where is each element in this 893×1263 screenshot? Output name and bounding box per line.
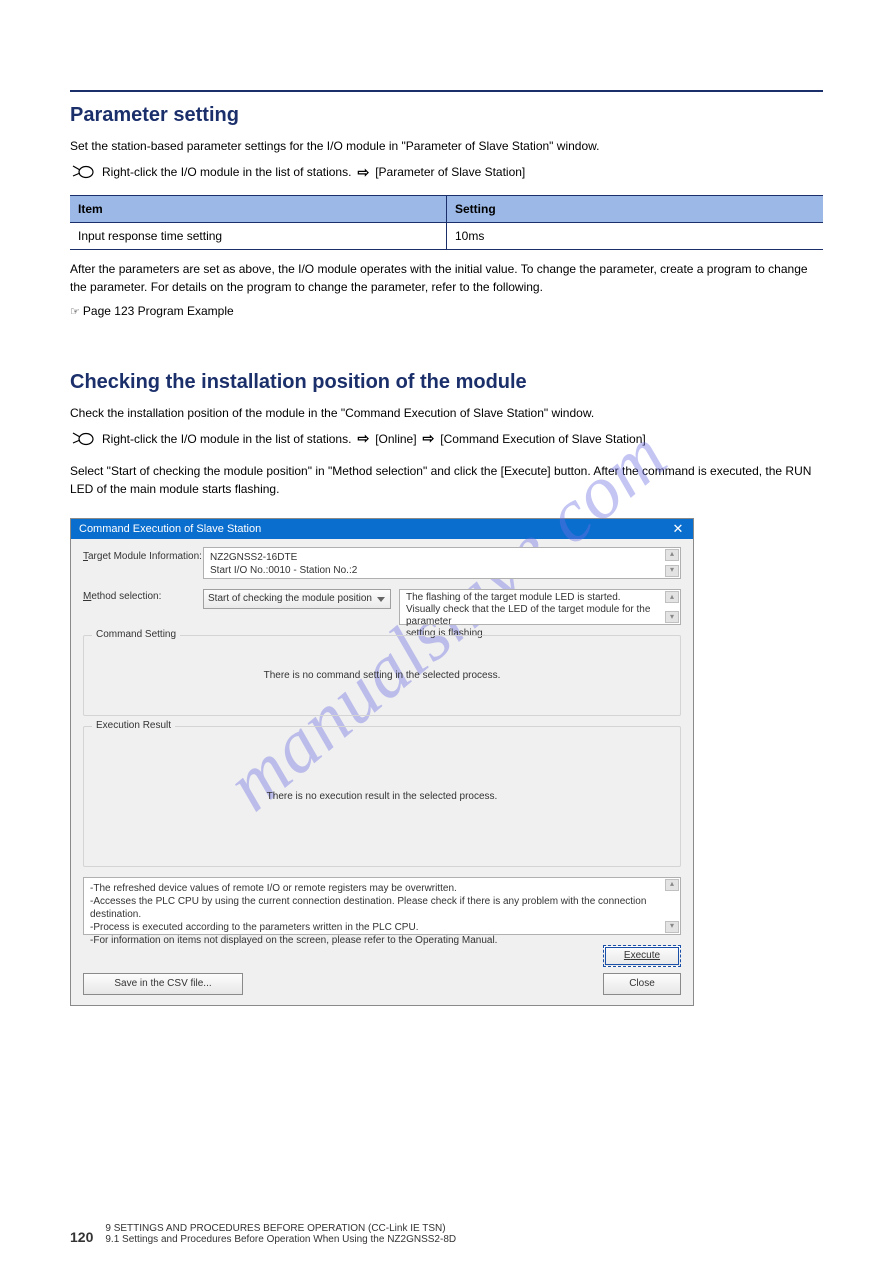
parameter-table: Item Setting Input response time setting… [70,195,823,250]
save-csv-button[interactable]: Save in the CSV file... [83,973,243,995]
dialog-bottom-row: Save in the CSV file... Close [83,973,681,995]
top-divider [70,90,823,92]
arrow-icon: ⇨ [423,430,435,447]
scroll-down-icon[interactable]: ▾ [665,921,679,933]
notes-box: -The refreshed device values of remote I… [83,877,681,935]
nav-path-parameter: Right-click the I/O module in the list o… [70,163,823,181]
scroll-up-icon[interactable]: ▴ [665,591,679,603]
method-selection-dropdown[interactable]: Start of checking the module position [203,589,391,609]
notes-line1: -The refreshed device values of remote I… [90,883,457,894]
table-row: Input response time setting 10ms [70,223,823,250]
scroll-up-icon[interactable]: ▴ [665,879,679,891]
method-desc-line1: The flashing of the target module LED is… [406,592,621,603]
notes-line2: -Accesses the PLC CPU by using the curre… [90,896,646,920]
footer-chapter-line2: 9.1 Settings and Procedures Before Opera… [105,1234,456,1245]
notes-line4: -For information on items not displayed … [90,935,497,946]
table-cell-item: Input response time setting [70,223,447,250]
section1-post-text: After the parameters are set as above, t… [70,260,823,296]
method-selection-label: Method selection: [83,589,203,602]
section-title-checking-position: Checking the installation position of th… [70,371,823,394]
nav-step-1: Right-click the I/O module in the list o… [102,165,351,179]
footer-chapter-line1: 9 SETTINGS AND PROCEDURES BEFORE OPERATI… [105,1223,445,1234]
nav-step-3: [Command Execution of Slave Station] [440,432,645,446]
execution-result-message: There is no execution result in the sele… [94,737,670,856]
nav-step-2: [Parameter of Slave Station] [375,165,525,179]
dialog-title: Command Execution of Slave Station [79,523,261,535]
execution-result-fieldset: Execution Result There is no execution r… [83,726,681,867]
mouse-icon [70,163,96,181]
dialog-button-row: Execute [83,945,681,967]
target-module-row: Target Module Information: NZ2GNSS2-16DT… [83,547,681,579]
target-line1: NZ2GNSS2-16DTE [210,552,297,563]
dialog-body: Target Module Information: NZ2GNSS2-16DT… [71,539,693,1005]
target-module-value: NZ2GNSS2-16DTE Start I/O No.:0010 - Stat… [203,547,681,579]
nav-path-command: Right-click the I/O module in the list o… [70,430,823,448]
section-title-parameter-setting: Parameter setting [70,104,823,127]
method-selection-value: Start of checking the module position [208,593,372,604]
execute-button[interactable]: Execute [603,945,681,967]
table-header-setting: Setting [447,196,824,223]
scroll-down-icon[interactable]: ▾ [665,611,679,623]
scroll-down-icon[interactable]: ▾ [665,565,679,577]
table-header-item: Item [70,196,447,223]
command-setting-message: There is no command setting in the selec… [94,646,670,705]
command-setting-fieldset: Command Setting There is no command sett… [83,635,681,716]
nav-step-1: Right-click the I/O module in the list o… [102,432,351,446]
page-footer: 120 9 SETTINGS AND PROCEDURES BEFORE OPE… [70,1223,823,1245]
arrow-icon: ⇨ [357,430,369,447]
section2-intro: Check the installation position of the m… [70,404,823,422]
page-ref-text: Page 123 Program Example [83,304,234,318]
execution-result-label: Execution Result [92,720,175,731]
page-number: 120 [70,1229,93,1245]
arrow-icon: ⇨ [357,164,369,181]
method-description: The flashing of the target module LED is… [399,589,681,625]
dialog-titlebar[interactable]: Command Execution of Slave Station ✕ [71,519,693,539]
nav-step-2: [Online] [375,432,416,446]
target-line2: Start I/O No.:0010 - Station No.:2 [210,565,357,576]
page-content: Parameter setting Set the station-based … [0,0,893,1036]
scroll-up-icon[interactable]: ▴ [665,549,679,561]
command-execution-dialog: Command Execution of Slave Station ✕ Tar… [70,518,694,1006]
section2-post-nav: Select "Start of checking the module pos… [70,462,823,498]
target-module-label: Target Module Information: [83,547,203,562]
method-desc-line2: Visually check that the LED of the targe… [406,604,650,627]
table-cell-setting: 10ms [447,223,824,250]
close-button[interactable]: Close [603,973,681,995]
command-setting-label: Command Setting [92,629,180,640]
notes-line3: -Process is executed according to the pa… [90,922,418,933]
method-selection-row: Method selection: Start of checking the … [83,589,681,625]
section1-intro: Set the station-based parameter settings… [70,137,823,155]
close-icon[interactable]: ✕ [663,521,693,537]
page-reference-link[interactable]: ☞ Page 123 Program Example [70,302,823,321]
mouse-icon [70,430,96,448]
